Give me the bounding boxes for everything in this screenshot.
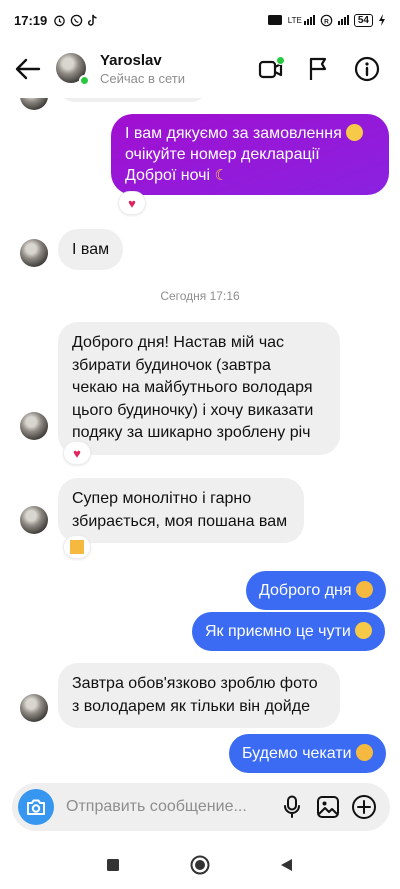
camera-button[interactable]	[18, 789, 54, 825]
heart-icon: ♥	[73, 445, 81, 461]
cat-face-icon	[70, 540, 84, 554]
message-thread[interactable]: І вам дякуємо за замовлення очікуйте ном…	[0, 98, 400, 778]
cat-face-reaction[interactable]	[63, 535, 91, 559]
square-icon	[107, 858, 120, 871]
message-text: очікуйте номер декларації	[125, 146, 320, 163]
contact-name: Yaroslav	[100, 52, 162, 69]
back-nav-button[interactable]	[272, 850, 302, 880]
message-text: Доброї ночі	[125, 167, 211, 184]
smiling-face-emoji	[355, 622, 373, 639]
contact-title[interactable]: Yaroslav Сейчас в сети	[100, 52, 185, 86]
heart-icon: ♥	[128, 195, 136, 211]
circle-home-icon	[190, 855, 210, 874]
back-arrow-icon	[15, 58, 41, 80]
add-attachment-button[interactable]	[346, 789, 382, 825]
message-composer	[12, 783, 390, 831]
message-bubble-incoming[interactable]: І вам	[58, 229, 124, 270]
video-active-dot	[276, 56, 285, 65]
charging-icon	[379, 14, 385, 26]
message-text: збирається, моя пошана вам	[72, 512, 288, 530]
lte-signal-icon: LTE	[288, 15, 315, 25]
lte-label: LTE	[287, 16, 302, 25]
message-text: Завтра обов'язково зроблю фото	[72, 675, 318, 692]
back-button[interactable]	[0, 40, 56, 98]
voice-message-button[interactable]	[274, 789, 310, 825]
plus-circle-icon	[352, 795, 376, 819]
online-indicator	[79, 75, 90, 86]
message-text: збирати будиночок (завтра	[72, 356, 271, 374]
info-button[interactable]	[352, 54, 382, 84]
heart-reaction[interactable]: ♥	[63, 441, 91, 465]
image-icon	[317, 796, 339, 818]
message-bubble-outgoing[interactable]: І вам дякуємо за замовлення очікуйте ном…	[111, 114, 389, 195]
contact-mini-avatar	[20, 239, 48, 267]
tiktok-icon	[88, 14, 97, 26]
message-text: цього будиночку) і хочу виказати	[72, 401, 314, 419]
smiling-cat-emoji	[356, 744, 374, 761]
status-bar: 17:19 LTE R 54	[0, 0, 400, 40]
triangle-back-icon	[281, 858, 293, 871]
status-system-icons: LTE R 54	[267, 13, 386, 27]
contact-mini-avatar	[20, 694, 48, 722]
message-text: чекаю на майбутнього володаря	[72, 379, 313, 396]
message-text: Доброго дня! Настав мій час	[72, 334, 285, 351]
viber-icon	[70, 14, 83, 26]
alarm-icon	[54, 15, 66, 26]
message-text: Доброго дня	[259, 582, 352, 599]
message-bubble-incoming[interactable]: Супер монолітно і гарно збирається, моя …	[58, 478, 304, 543]
registered-icon: R	[320, 14, 333, 26]
message-bubble-outgoing[interactable]: Будемо чекати	[229, 734, 387, 773]
volte-icon	[267, 15, 282, 25]
status-time: 17:19	[14, 12, 48, 28]
hugging-face-emoji	[346, 124, 364, 141]
smiling-cat-emoji	[356, 581, 373, 598]
message-text: з володарем як тільки він дойде	[72, 697, 310, 715]
microphone-icon	[284, 795, 300, 818]
message-input[interactable]	[66, 798, 274, 816]
contact-status: Сейчас в сети	[100, 71, 186, 86]
camera-icon	[27, 799, 45, 815]
message-bubble-incoming[interactable]: Завтра обов'язково зроблю фото з володар…	[58, 663, 340, 728]
recent-apps-button[interactable]	[98, 850, 128, 880]
message-text: Супер монолітно і гарно	[72, 490, 252, 507]
cell-signal-icon	[337, 15, 349, 25]
heart-reaction[interactable]: ♥	[118, 191, 146, 215]
message-bubble-partial	[58, 98, 208, 102]
contact-mini-avatar	[20, 412, 48, 440]
flag-icon	[309, 57, 327, 80]
video-call-button[interactable]	[256, 54, 286, 84]
svg-text:R: R	[324, 18, 329, 25]
info-icon	[354, 56, 380, 82]
crescent-moon-emoji: ☾	[214, 167, 228, 184]
gallery-button[interactable]	[310, 789, 346, 825]
home-button[interactable]	[185, 850, 215, 880]
message-bubble-outgoing[interactable]: Як приємно це чути	[192, 612, 386, 651]
status-notification-icons	[53, 14, 99, 27]
message-bubble-incoming[interactable]: Доброго дня! Настав мій час збирати буди…	[58, 322, 340, 455]
message-text: Як приємно це чути	[205, 623, 351, 640]
battery-indicator: 54	[353, 13, 373, 27]
timestamp-divider: Сегодня 17:16	[160, 289, 240, 303]
message-text: Будемо чекати	[242, 745, 352, 762]
contact-mini-avatar	[20, 98, 48, 110]
system-navigation-bar	[0, 840, 400, 889]
message-text: І вам	[72, 241, 110, 258]
contact-mini-avatar	[20, 506, 48, 534]
report-button[interactable]	[304, 54, 334, 84]
message-text: І вам дякуємо за замовлення	[125, 125, 342, 142]
contact-avatar[interactable]	[56, 53, 90, 86]
chat-header: Yaroslav Сейчас в сети	[0, 40, 400, 98]
message-bubble-outgoing[interactable]: Доброго дня	[246, 571, 386, 610]
message-text: подяку за шикарно зроблену річ	[72, 424, 311, 441]
